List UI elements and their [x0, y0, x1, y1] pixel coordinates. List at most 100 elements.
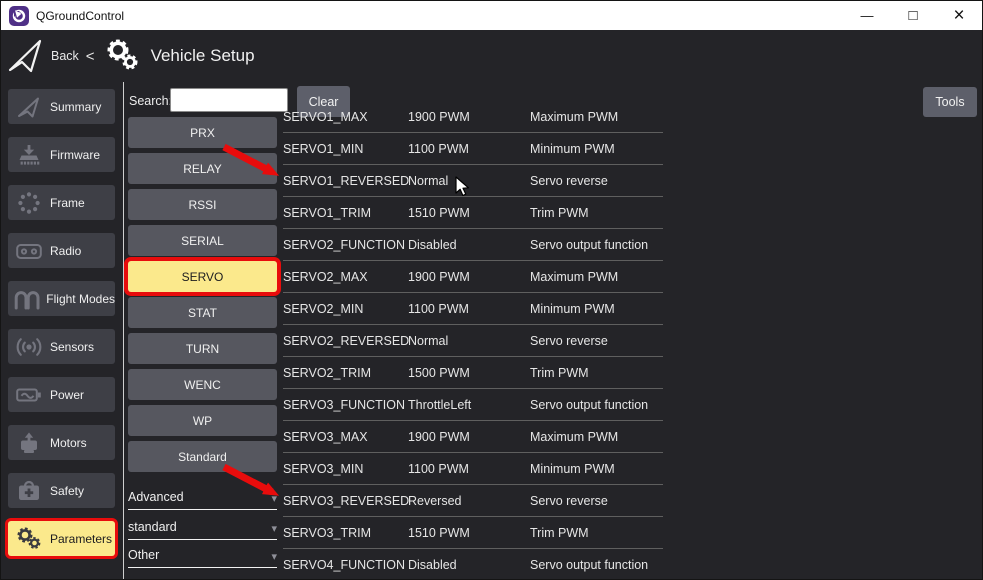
category-prx[interactable]: PRX — [128, 117, 277, 148]
sidebar-item-label: Parameters — [50, 532, 112, 546]
parameter-value: 1900 PWM — [408, 110, 530, 124]
parameter-row-servo3-function[interactable]: SERVO3_FUNCTIONThrottleLeftServo output … — [283, 389, 663, 421]
sidebar-item-flight-modes[interactable]: Flight Modes — [8, 281, 115, 316]
parameter-value: 1900 PWM — [408, 270, 530, 284]
close-button[interactable]: × — [936, 1, 982, 30]
sidebar-item-label: Power — [50, 388, 84, 402]
parameter-description: Servo reverse — [530, 494, 663, 508]
search-input[interactable] — [170, 88, 288, 112]
breadcrumb-separator: < — [86, 48, 95, 65]
parameter-row-servo2-max[interactable]: SERVO2_MAX1900 PWMMaximum PWM — [283, 261, 663, 293]
dropdown-other[interactable]: Other ▾ — [128, 536, 277, 568]
sidebar-item-safety[interactable]: Safety — [8, 473, 115, 508]
category-servo[interactable]: SERVO — [128, 261, 277, 292]
sidebar-item-summary[interactable]: Summary — [8, 89, 115, 124]
chevron-down-icon: ▾ — [271, 552, 277, 562]
parameter-description: Servo output function — [530, 238, 663, 252]
window-controls: — □ × — [844, 1, 982, 30]
panel-divider — [123, 82, 124, 579]
dropdown-advanced[interactable]: Advanced ▾ — [128, 478, 277, 510]
category-rssi[interactable]: RSSI — [128, 189, 277, 220]
parameter-value: 1100 PWM — [408, 302, 530, 316]
maximize-button[interactable]: □ — [890, 1, 936, 30]
parameter-description: Maximum PWM — [530, 430, 663, 444]
parameter-value: Disabled — [408, 238, 530, 252]
parameter-description: Trim PWM — [530, 206, 663, 220]
category-standard[interactable]: Standard — [128, 441, 277, 472]
parameter-row-servo2-min[interactable]: SERVO2_MIN1100 PWMMinimum PWM — [283, 293, 663, 325]
sidebar-item-parameters[interactable]: Parameters — [8, 521, 115, 556]
sidebar-item-frame[interactable]: Frame — [8, 185, 115, 220]
parameter-value: Normal — [408, 174, 530, 188]
parameter-row-servo1-trim[interactable]: SERVO1_TRIM1510 PWMTrim PWM — [283, 197, 663, 229]
dropdown-label: Advanced — [128, 490, 184, 504]
sidebar-item-sensors[interactable]: Sensors — [8, 329, 115, 364]
parameter-name: SERVO1_REVERSED — [283, 174, 408, 188]
paper-plane-icon — [7, 37, 43, 75]
parameter-name: SERVO3_MIN — [283, 462, 408, 476]
category-wenc[interactable]: WENC — [128, 369, 277, 400]
parameter-description: Trim PWM — [530, 366, 663, 380]
back-button[interactable]: Back — [51, 49, 79, 63]
parameter-value: 1510 PWM — [408, 206, 530, 220]
parameter-description: Maximum PWM — [530, 270, 663, 284]
sidebar-item-label: Sensors — [50, 340, 94, 354]
firmware-download-icon — [13, 143, 45, 167]
page-title: Vehicle Setup — [151, 46, 255, 66]
dropdown-label: Other — [128, 548, 159, 562]
parameter-row-servo2-reversed[interactable]: SERVO2_REVERSEDNormalServo reverse — [283, 325, 663, 357]
parameter-value: 1510 PWM — [408, 526, 530, 540]
parameter-row-servo3-reversed[interactable]: SERVO3_REVERSEDReversedServo reverse — [283, 485, 663, 517]
parameter-row-servo3-max[interactable]: SERVO3_MAX1900 PWMMaximum PWM — [283, 421, 663, 453]
category-turn[interactable]: TURN — [128, 333, 277, 364]
parameter-value: 1100 PWM — [408, 462, 530, 476]
parameter-name: SERVO3_MAX — [283, 430, 408, 444]
minimize-button[interactable]: — — [844, 1, 890, 30]
category-stat[interactable]: STAT — [128, 297, 277, 328]
dropdown-label: standard — [128, 520, 177, 534]
parameter-row-servo3-trim[interactable]: SERVO3_TRIM1510 PWMTrim PWM — [283, 517, 663, 549]
parameter-table: SERVO1_MAX1900 PWMMaximum PWM SERVO1_MIN… — [283, 110, 663, 579]
paper-plane-icon — [13, 95, 45, 119]
parameter-name: SERVO2_TRIM — [283, 366, 408, 380]
parameter-name: SERVO2_REVERSED — [283, 334, 408, 348]
parameter-row-servo1-reversed[interactable]: SERVO1_REVERSEDNormalServo reverse — [283, 165, 663, 197]
chevron-down-icon: ▾ — [271, 524, 277, 534]
motor-icon — [13, 431, 45, 455]
parameter-row-servo3-min[interactable]: SERVO3_MIN1100 PWMMinimum PWM — [283, 453, 663, 485]
sidebar-item-motors[interactable]: Motors — [8, 425, 115, 460]
sidebar-item-label: Summary — [50, 100, 101, 114]
parameter-name: SERVO2_MIN — [283, 302, 408, 316]
sidebar-item-label: Motors — [50, 436, 87, 450]
sidebar-item-firmware[interactable]: Firmware — [8, 137, 115, 172]
parameter-description: Maximum PWM — [530, 110, 663, 124]
flight-modes-wave-icon — [13, 287, 41, 311]
category-relay[interactable]: RELAY — [128, 153, 277, 184]
radio-transmitter-icon — [13, 241, 45, 261]
category-wp[interactable]: WP — [128, 405, 277, 436]
parameter-name: SERVO1_MIN — [283, 142, 408, 156]
parameter-description: Servo output function — [530, 558, 663, 572]
parameter-value: 1100 PWM — [408, 142, 530, 156]
parameter-name: SERVO3_TRIM — [283, 526, 408, 540]
sidebar-item-radio[interactable]: Radio — [8, 233, 115, 268]
parameter-row-servo4-function[interactable]: SERVO4_FUNCTIONDisabledServo output func… — [283, 549, 663, 579]
sidebar-item-power[interactable]: Power — [8, 377, 115, 412]
parameter-value: Reversed — [408, 494, 530, 508]
parameter-name: SERVO3_FUNCTION — [283, 398, 408, 412]
parameter-name: SERVO1_MAX — [283, 110, 408, 124]
parameter-row-servo1-max[interactable]: SERVO1_MAX1900 PWMMaximum PWM — [283, 110, 663, 133]
chevron-down-icon: ▾ — [271, 494, 277, 504]
title-bar: QGroundControl — □ × — [1, 1, 982, 30]
parameter-row-servo2-trim[interactable]: SERVO2_TRIM1500 PWMTrim PWM — [283, 357, 663, 389]
tools-button[interactable]: Tools — [923, 87, 977, 117]
sidebar-item-label: Safety — [50, 484, 84, 498]
parameter-name: SERVO2_MAX — [283, 270, 408, 284]
search-label: Search: — [129, 94, 172, 108]
frame-dots-icon — [13, 191, 45, 215]
parameter-name: SERVO3_REVERSED — [283, 494, 408, 508]
parameter-row-servo1-min[interactable]: SERVO1_MIN1100 PWMMinimum PWM — [283, 133, 663, 165]
parameter-row-servo2-function[interactable]: SERVO2_FUNCTIONDisabledServo output func… — [283, 229, 663, 261]
parameter-value: Disabled — [408, 558, 530, 572]
category-serial[interactable]: SERIAL — [128, 225, 277, 256]
